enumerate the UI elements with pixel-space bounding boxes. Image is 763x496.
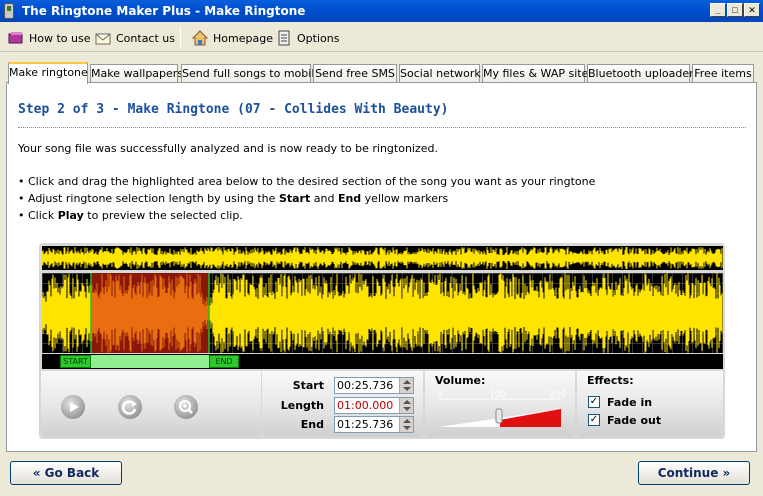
homepage-button[interactable]: Homepage <box>191 29 273 47</box>
continue-button[interactable]: Continue » <box>638 461 750 485</box>
title-bar: The Ringtone Maker Plus - Make Ringtone … <box>0 0 763 22</box>
tab-send-full-songs[interactable]: Send full songs to mobile <box>181 64 321 83</box>
tab-make-ringtone[interactable]: Make ringtone <box>8 62 88 84</box>
effects-label: Effects: <box>587 374 634 387</box>
how-to-use-button[interactable]: How to use <box>8 29 91 47</box>
instruction-drag: • Click and drag the highlighted area be… <box>18 175 596 188</box>
minimize-button[interactable]: _ <box>710 3 726 17</box>
maximize-button[interactable]: □ <box>727 3 743 17</box>
volume-tick-100: 100 <box>489 390 507 400</box>
play-button[interactable] <box>61 395 85 419</box>
fade-in-label: Fade in <box>607 396 653 409</box>
homepage-label: Homepage <box>213 31 273 45</box>
start-label: Start <box>292 379 324 392</box>
length-spin-arrows[interactable] <box>399 398 413 413</box>
instruction-play: • Click Play to preview the selected cli… <box>18 209 243 222</box>
volume-tick-0: 0 <box>437 390 443 400</box>
go-back-button[interactable]: « Go Back <box>10 461 122 485</box>
length-label: Length <box>280 399 324 412</box>
tab-my-files-wap[interactable]: My files & WAP site <box>482 64 588 83</box>
how-to-use-label: How to use <box>29 31 91 45</box>
tab-bluetooth-uploader[interactable]: Bluetooth uploader <box>587 64 694 83</box>
instruction-adjust: • Adjust ringtone selection length by us… <box>18 192 449 205</box>
divider <box>18 127 746 128</box>
options-button[interactable]: Options <box>276 29 339 47</box>
overview-waveform[interactable] <box>42 246 723 270</box>
volume-tick-200: 200 <box>549 390 567 400</box>
tab-free-items[interactable]: Free items <box>692 64 754 83</box>
end-time-value: 01:25.736 <box>337 418 394 431</box>
options-icon <box>276 30 292 46</box>
fade-out-checkbox[interactable]: ✓ <box>588 414 600 426</box>
replay-button[interactable] <box>118 395 142 419</box>
book-icon <box>8 30 24 46</box>
home-icon <box>191 30 209 46</box>
start-spin-arrows[interactable] <box>399 378 413 393</box>
volume-label: Volume: <box>435 374 486 387</box>
analyzed-message: Your song file was successfully analyzed… <box>18 142 438 155</box>
length-time-field[interactable]: 01:00.000 <box>334 397 414 414</box>
end-time-field[interactable]: 01:25.736 <box>334 416 414 433</box>
contact-us-label: Contact us <box>116 31 175 45</box>
effects-panel: Effects: ✓ Fade in ✓ Fade out <box>577 371 723 437</box>
fade-in-checkbox[interactable]: ✓ <box>588 396 600 408</box>
envelope-icon <box>95 30 111 46</box>
end-label: End <box>300 418 324 431</box>
selection-time-panel: Start 00:25.736 Length 01:00.000 End 01:… <box>262 371 423 437</box>
end-spin-arrows[interactable] <box>399 417 413 432</box>
start-time-field[interactable]: 00:25.736 <box>334 377 414 394</box>
volume-panel: Volume: 0 100 200 <box>425 371 575 437</box>
app-phone-icon <box>4 3 14 19</box>
tab-social-network[interactable]: Social network <box>399 64 481 83</box>
step-title: Step 2 of 3 - Make Ringtone (07 - Collid… <box>18 102 449 117</box>
length-time-value: 01:00.000 <box>337 399 394 412</box>
toolbar: How to use Contact us Homepage Options <box>0 22 763 52</box>
fade-out-label: Fade out <box>607 414 662 427</box>
end-marker[interactable]: END <box>209 355 239 368</box>
main-waveform[interactable] <box>42 273 723 353</box>
options-label: Options <box>297 31 340 45</box>
tab-make-wallpapers[interactable]: Make wallpapers <box>90 64 183 83</box>
start-time-value: 00:25.736 <box>337 379 394 392</box>
playback-controls <box>41 371 261 437</box>
close-button[interactable]: ✕ <box>744 3 760 17</box>
window-title: The Ringtone Maker Plus - Make Ringtone <box>22 4 306 18</box>
tab-send-free-sms[interactable]: Send free SMS <box>313 64 397 83</box>
zoom-button[interactable] <box>174 395 198 419</box>
start-marker[interactable]: START <box>60 355 91 368</box>
contact-us-button[interactable]: Contact us <box>95 29 175 47</box>
